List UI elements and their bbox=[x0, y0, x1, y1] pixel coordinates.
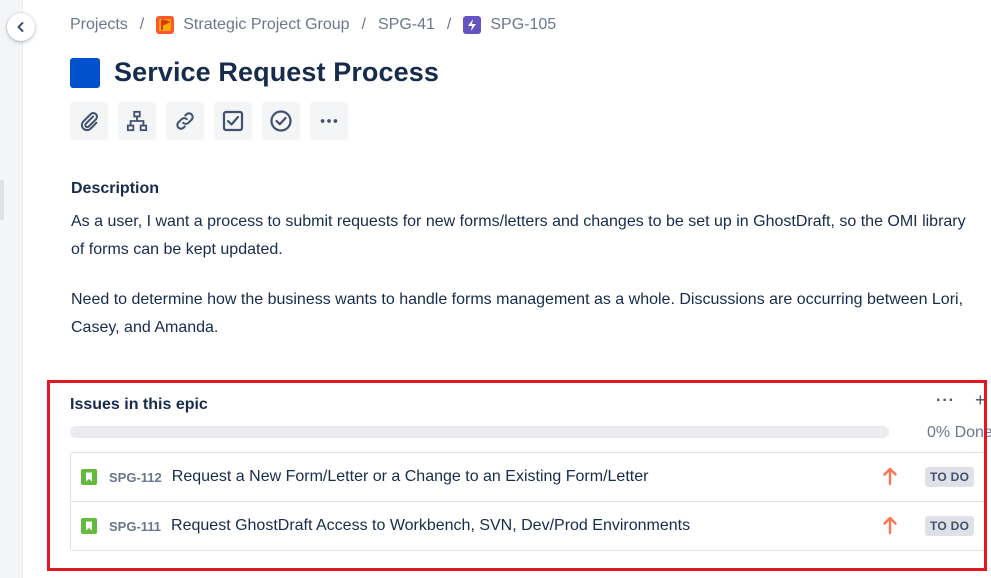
approval-button[interactable] bbox=[262, 102, 300, 140]
breadcrumb-current-issue[interactable]: SPG-105 bbox=[463, 16, 556, 34]
list-item[interactable]: SPG-111 Request GhostDraft Access to Wor… bbox=[71, 501, 986, 550]
issue-title-row: Service Request Process bbox=[70, 57, 439, 88]
epic-icon bbox=[463, 16, 482, 34]
breadcrumb-separator: / bbox=[139, 16, 145, 33]
epic-progress-bar bbox=[70, 426, 889, 438]
check-circle-icon bbox=[270, 110, 292, 132]
issue-summary[interactable]: Request GhostDraft Access to Workbench, … bbox=[171, 517, 690, 535]
status-badge[interactable]: TO DO bbox=[925, 516, 975, 536]
description-paragraph: Need to determine how the business wants… bbox=[71, 291, 964, 336]
left-sidebar bbox=[0, 0, 23, 578]
sidebar-notch bbox=[0, 180, 4, 220]
list-item[interactable]: SPG-112 Request a New Form/Letter or a C… bbox=[71, 453, 986, 501]
description-label: Description bbox=[71, 180, 160, 197]
breadcrumb-separator: / bbox=[446, 16, 452, 33]
description-body[interactable]: As a user, I want a process to submit re… bbox=[71, 208, 976, 364]
child-issue-button[interactable] bbox=[118, 102, 156, 140]
epic-issue-list: SPG-112 Request a New Form/Letter or a C… bbox=[70, 452, 987, 551]
breadcrumb: Projects / Strategic Project Group / SPG… bbox=[70, 14, 556, 36]
breadcrumb-parent-issue[interactable]: SPG-41 bbox=[378, 16, 435, 34]
paperclip-icon bbox=[80, 112, 98, 132]
issues-in-epic-heading: Issues in this epic bbox=[70, 396, 208, 413]
issue-toolbar bbox=[70, 102, 358, 140]
attach-button[interactable] bbox=[70, 102, 108, 140]
link-icon bbox=[176, 112, 194, 130]
breadcrumb-project-label: Strategic Project Group bbox=[183, 16, 350, 33]
description-paragraph: As a user, I want a process to submit re… bbox=[71, 213, 966, 258]
collapse-sidebar-button[interactable] bbox=[7, 13, 35, 41]
breadcrumb-projects[interactable]: Projects bbox=[70, 16, 128, 34]
breadcrumb-project[interactable]: Strategic Project Group bbox=[156, 16, 350, 34]
issue-key[interactable]: SPG-111 bbox=[109, 519, 161, 534]
issue-summary[interactable]: Request a New Form/Letter or a Change to… bbox=[172, 468, 649, 486]
issue-title[interactable]: Service Request Process bbox=[114, 57, 439, 88]
child-issues-icon bbox=[126, 110, 148, 132]
add-checklist-button[interactable] bbox=[214, 102, 252, 140]
priority-high-arrow-icon bbox=[883, 516, 897, 535]
issue-key[interactable]: SPG-112 bbox=[109, 470, 162, 485]
priority-high-arrow-icon bbox=[883, 467, 897, 486]
checkbox-icon bbox=[222, 110, 244, 132]
breadcrumb-current-label: SPG-105 bbox=[490, 16, 557, 33]
epic-panel-add-button[interactable]: + bbox=[975, 390, 986, 411]
more-icon bbox=[320, 119, 338, 123]
story-icon bbox=[81, 518, 97, 534]
story-icon bbox=[81, 469, 97, 485]
breadcrumb-separator: / bbox=[361, 16, 366, 33]
link-issue-button[interactable] bbox=[166, 102, 204, 140]
epic-panel-more-button[interactable]: ··· bbox=[936, 392, 955, 410]
epic-progress-label: 0% Done bbox=[927, 424, 991, 441]
more-actions-button[interactable] bbox=[310, 102, 348, 140]
epic-color-square bbox=[70, 57, 100, 88]
project-avatar-icon bbox=[156, 16, 175, 34]
status-badge[interactable]: TO DO bbox=[925, 467, 975, 487]
chevron-left-icon bbox=[17, 22, 24, 32]
issues-in-epic-panel: Issues in this epic ··· + 0% Done SPG-11… bbox=[70, 390, 991, 560]
